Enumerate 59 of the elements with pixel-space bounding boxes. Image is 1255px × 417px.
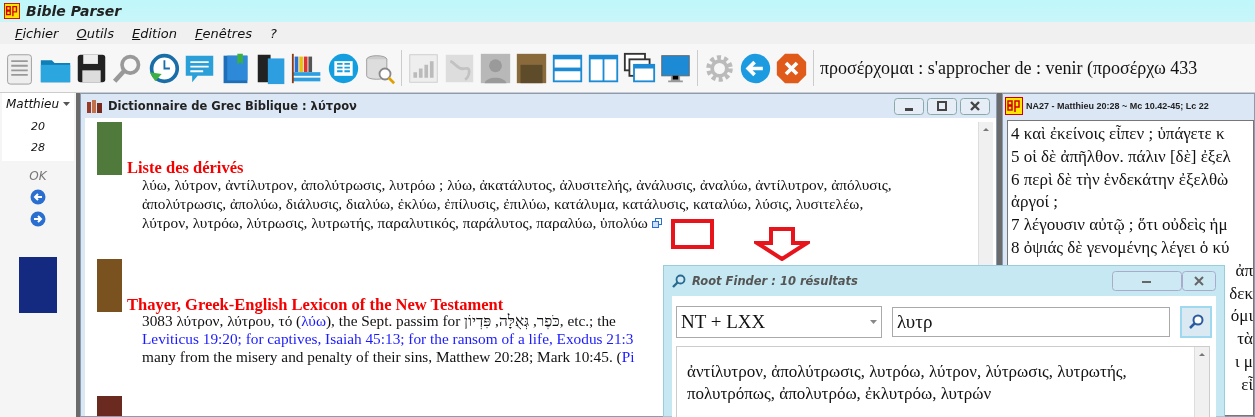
clock-icon[interactable] <box>147 51 180 85</box>
menu-item[interactable]: Fichier <box>6 25 68 41</box>
highlight-frame <box>671 219 714 249</box>
verse-text: 7 λέγουσιν αὐτῷ ; ὅτι οὐδεὶς ἡμ <box>1011 214 1229 237</box>
book-cover-image <box>19 257 57 313</box>
close-icon[interactable] <box>775 51 808 85</box>
entry-text: λύω, λύτρον, ἀντίλυτρον, ἀπολύτρωσις, λυτρόω ; λύω, ἀκατάλυτος, ἀλυσιτελής, ἀνάλυσις, ἀναλύω, ἀντίλυτρον, ἀπόλυσις, <box>142 175 892 194</box>
entry-text: many from the misery and penalty of their sins, Matthew 20:28; Mark 10:45. (Pi <box>142 348 635 366</box>
menu-item[interactable]: Edition <box>123 25 186 41</box>
results-text: ἀντίλυτρον, ἀπολύτρωσις, λυτρόω, λύτρον, λύτρωσις, λυτρωτής, πολυτρόπως, ἀπολυτρόω, ἐκλυτρόω, λυτρών <box>686 361 1128 405</box>
scrollbar[interactable] <box>1194 347 1209 417</box>
book-cover-image <box>97 259 122 312</box>
menu-item[interactable]: ? <box>260 25 286 41</box>
minimize-button[interactable] <box>894 97 924 115</box>
window-title: Dictionnaire de Grec Biblique : λύτρον <box>108 99 358 113</box>
dialog-title: Root Finder : 10 résultats <box>692 274 859 288</box>
book-cover-image <box>97 122 122 175</box>
verse-field[interactable]: 28 <box>31 138 45 157</box>
verse-text: 4 καὶ ἐκείνοις εἶπεν ; ὑπάγετε κ <box>1011 123 1226 145</box>
window-title: Bible Parser <box>26 3 122 19</box>
painting-placeholder[interactable] <box>515 51 548 85</box>
search-button[interactable] <box>1180 306 1212 338</box>
entry-heading: Thayer, Greek-English Lexicon of the New Testament <box>127 295 504 314</box>
menu-item[interactable]: Fenêtres <box>186 25 261 41</box>
ok-button[interactable]: OK <box>29 169 47 183</box>
root-search-field[interactable]: λυτρ <box>892 307 1170 337</box>
chapter-field[interactable]: 20 <box>31 117 45 136</box>
popup-link-icon[interactable] <box>651 217 662 228</box>
verse-text: 8 ὀψιάς δὲ γενομένης λέγει ὁ κύ <box>1011 237 1231 259</box>
search-icon[interactable] <box>1188 314 1204 330</box>
verse-text: τὰ <box>1237 329 1253 349</box>
books-icon <box>87 99 102 113</box>
entry-text: Leviticus 19:20; for captives, Isaiah 45:13; for the ransom of a life, Exodus 21:3 <box>142 330 634 348</box>
entry-text: ἀπολύτρωσις, ἀπολύω, διάλυσις, διαλύω, ἐκλύω, ἐπίλυσις, ἐπιλύω, κατάλυμα, κατάλυσις, καταλύω, λύσις, λυσιτελέω, <box>142 194 864 213</box>
down-arrow-icon <box>754 227 810 261</box>
close-button[interactable] <box>960 97 990 115</box>
app-logo-icon <box>1005 97 1023 115</box>
close-button[interactable] <box>1182 271 1216 291</box>
verse-text: εἶ <box>1241 374 1253 394</box>
dropdown-arrow-icon[interactable] <box>63 102 70 106</box>
verse-text: 5 οἱ δὲ ἀπῆλθον. πάλιν [δὲ] ἐξελ <box>1011 145 1232 168</box>
verse-text: ι μ <box>1235 351 1253 371</box>
dropdown-arrow-icon[interactable] <box>870 320 877 324</box>
verse-text: 6 περὶ δὲ τὴν ἑνδεκάτην ἐξελθὼ <box>1011 168 1230 191</box>
search-icon <box>672 274 686 288</box>
entry-text: λύτρον, λυτρόω, λύτρωσις, λυτρωτής, παραλυτικός, παράλυτος, παραλύω, ὑπολύω <box>142 213 648 232</box>
corpus-dropdown[interactable]: NT + LXX <box>676 306 882 338</box>
verse-text: ἀπ <box>1235 260 1253 280</box>
verse-text: δεκ <box>1229 283 1253 303</box>
window-title: NA27 - Matthieu 20:28 ~ Mc 10.42-45; Lc 22 <box>1026 101 1209 111</box>
menu-item[interactable]: Outils <box>67 25 123 41</box>
open-book-icon[interactable] <box>327 51 360 85</box>
cascade-windows-icon[interactable] <box>623 51 656 85</box>
app-logo-icon <box>4 3 20 19</box>
restore-button[interactable] <box>927 97 957 115</box>
entry-heading: Liste des dérivés <box>127 158 244 178</box>
verse-text: όμι <box>1230 306 1253 326</box>
verse-text: ἀργοί ; <box>1011 191 1059 214</box>
definition-text: προσέρχομαι : s'approcher de : venir (προσέρχω 433 <box>820 57 1198 79</box>
